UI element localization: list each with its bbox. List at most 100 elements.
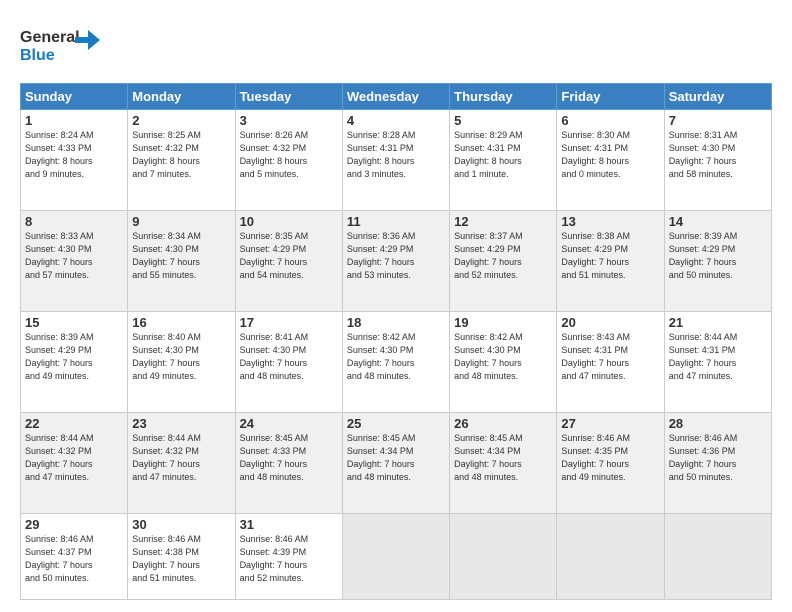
calendar-cell: 11Sunrise: 8:36 AM Sunset: 4:29 PM Dayli…	[342, 210, 449, 311]
calendar-cell: 24Sunrise: 8:45 AM Sunset: 4:33 PM Dayli…	[235, 412, 342, 513]
day-number: 27	[561, 416, 659, 431]
day-info: Sunrise: 8:40 AM Sunset: 4:30 PM Dayligh…	[132, 331, 230, 383]
calendar-cell: 2Sunrise: 8:25 AM Sunset: 4:32 PM Daylig…	[128, 110, 235, 211]
day-info: Sunrise: 8:45 AM Sunset: 4:34 PM Dayligh…	[347, 432, 445, 484]
day-info: Sunrise: 8:43 AM Sunset: 4:31 PM Dayligh…	[561, 331, 659, 383]
page: General Blue SundayMondayTuesdayWednesda…	[0, 0, 792, 612]
day-number: 19	[454, 315, 552, 330]
calendar-cell: 17Sunrise: 8:41 AM Sunset: 4:30 PM Dayli…	[235, 311, 342, 412]
day-number: 4	[347, 113, 445, 128]
day-header-sunday: Sunday	[21, 84, 128, 110]
day-number: 10	[240, 214, 338, 229]
day-header-friday: Friday	[557, 84, 664, 110]
day-info: Sunrise: 8:42 AM Sunset: 4:30 PM Dayligh…	[347, 331, 445, 383]
day-info: Sunrise: 8:45 AM Sunset: 4:33 PM Dayligh…	[240, 432, 338, 484]
day-number: 31	[240, 517, 338, 532]
day-number: 16	[132, 315, 230, 330]
day-number: 1	[25, 113, 123, 128]
day-header-monday: Monday	[128, 84, 235, 110]
calendar-cell: 4Sunrise: 8:28 AM Sunset: 4:31 PM Daylig…	[342, 110, 449, 211]
day-header-thursday: Thursday	[450, 84, 557, 110]
day-info: Sunrise: 8:44 AM Sunset: 4:31 PM Dayligh…	[669, 331, 767, 383]
calendar-cell	[450, 513, 557, 599]
day-info: Sunrise: 8:45 AM Sunset: 4:34 PM Dayligh…	[454, 432, 552, 484]
day-info: Sunrise: 8:25 AM Sunset: 4:32 PM Dayligh…	[132, 129, 230, 181]
calendar-cell: 1Sunrise: 8:24 AM Sunset: 4:33 PM Daylig…	[21, 110, 128, 211]
svg-text:General: General	[20, 29, 80, 46]
logo-text: General Blue	[20, 20, 110, 73]
calendar-cell: 31Sunrise: 8:46 AM Sunset: 4:39 PM Dayli…	[235, 513, 342, 599]
calendar-cell: 22Sunrise: 8:44 AM Sunset: 4:32 PM Dayli…	[21, 412, 128, 513]
calendar-cell: 19Sunrise: 8:42 AM Sunset: 4:30 PM Dayli…	[450, 311, 557, 412]
calendar-header-row: SundayMondayTuesdayWednesdayThursdayFrid…	[21, 84, 772, 110]
day-number: 22	[25, 416, 123, 431]
calendar-cell: 16Sunrise: 8:40 AM Sunset: 4:30 PM Dayli…	[128, 311, 235, 412]
calendar-week-row: 29Sunrise: 8:46 AM Sunset: 4:37 PM Dayli…	[21, 513, 772, 599]
day-info: Sunrise: 8:37 AM Sunset: 4:29 PM Dayligh…	[454, 230, 552, 282]
day-number: 20	[561, 315, 659, 330]
calendar-cell: 3Sunrise: 8:26 AM Sunset: 4:32 PM Daylig…	[235, 110, 342, 211]
day-number: 23	[132, 416, 230, 431]
calendar-cell: 14Sunrise: 8:39 AM Sunset: 4:29 PM Dayli…	[664, 210, 771, 311]
day-info: Sunrise: 8:33 AM Sunset: 4:30 PM Dayligh…	[25, 230, 123, 282]
title-area	[110, 16, 772, 18]
svg-text:Blue: Blue	[20, 47, 55, 64]
calendar-week-row: 8Sunrise: 8:33 AM Sunset: 4:30 PM Daylig…	[21, 210, 772, 311]
day-number: 8	[25, 214, 123, 229]
day-number: 2	[132, 113, 230, 128]
calendar-cell: 20Sunrise: 8:43 AM Sunset: 4:31 PM Dayli…	[557, 311, 664, 412]
calendar-cell: 9Sunrise: 8:34 AM Sunset: 4:30 PM Daylig…	[128, 210, 235, 311]
calendar-cell: 6Sunrise: 8:30 AM Sunset: 4:31 PM Daylig…	[557, 110, 664, 211]
day-info: Sunrise: 8:35 AM Sunset: 4:29 PM Dayligh…	[240, 230, 338, 282]
calendar-cell	[557, 513, 664, 599]
day-info: Sunrise: 8:30 AM Sunset: 4:31 PM Dayligh…	[561, 129, 659, 181]
day-number: 9	[132, 214, 230, 229]
day-number: 24	[240, 416, 338, 431]
day-number: 15	[25, 315, 123, 330]
calendar-cell: 12Sunrise: 8:37 AM Sunset: 4:29 PM Dayli…	[450, 210, 557, 311]
calendar-cell: 29Sunrise: 8:46 AM Sunset: 4:37 PM Dayli…	[21, 513, 128, 599]
calendar-cell: 27Sunrise: 8:46 AM Sunset: 4:35 PM Dayli…	[557, 412, 664, 513]
day-info: Sunrise: 8:39 AM Sunset: 4:29 PM Dayligh…	[25, 331, 123, 383]
calendar-cell: 26Sunrise: 8:45 AM Sunset: 4:34 PM Dayli…	[450, 412, 557, 513]
calendar-cell: 8Sunrise: 8:33 AM Sunset: 4:30 PM Daylig…	[21, 210, 128, 311]
day-info: Sunrise: 8:41 AM Sunset: 4:30 PM Dayligh…	[240, 331, 338, 383]
day-number: 28	[669, 416, 767, 431]
day-number: 26	[454, 416, 552, 431]
calendar-cell	[342, 513, 449, 599]
day-number: 17	[240, 315, 338, 330]
day-info: Sunrise: 8:44 AM Sunset: 4:32 PM Dayligh…	[132, 432, 230, 484]
day-number: 14	[669, 214, 767, 229]
calendar-cell: 15Sunrise: 8:39 AM Sunset: 4:29 PM Dayli…	[21, 311, 128, 412]
day-info: Sunrise: 8:29 AM Sunset: 4:31 PM Dayligh…	[454, 129, 552, 181]
day-header-wednesday: Wednesday	[342, 84, 449, 110]
day-info: Sunrise: 8:34 AM Sunset: 4:30 PM Dayligh…	[132, 230, 230, 282]
day-number: 11	[347, 214, 445, 229]
calendar-week-row: 22Sunrise: 8:44 AM Sunset: 4:32 PM Dayli…	[21, 412, 772, 513]
day-info: Sunrise: 8:46 AM Sunset: 4:38 PM Dayligh…	[132, 533, 230, 585]
calendar-cell: 21Sunrise: 8:44 AM Sunset: 4:31 PM Dayli…	[664, 311, 771, 412]
day-header-tuesday: Tuesday	[235, 84, 342, 110]
day-info: Sunrise: 8:42 AM Sunset: 4:30 PM Dayligh…	[454, 331, 552, 383]
calendar-cell: 5Sunrise: 8:29 AM Sunset: 4:31 PM Daylig…	[450, 110, 557, 211]
day-info: Sunrise: 8:28 AM Sunset: 4:31 PM Dayligh…	[347, 129, 445, 181]
calendar-week-row: 15Sunrise: 8:39 AM Sunset: 4:29 PM Dayli…	[21, 311, 772, 412]
day-number: 5	[454, 113, 552, 128]
day-number: 13	[561, 214, 659, 229]
day-number: 25	[347, 416, 445, 431]
calendar-week-row: 1Sunrise: 8:24 AM Sunset: 4:33 PM Daylig…	[21, 110, 772, 211]
calendar-cell: 30Sunrise: 8:46 AM Sunset: 4:38 PM Dayli…	[128, 513, 235, 599]
day-info: Sunrise: 8:31 AM Sunset: 4:30 PM Dayligh…	[669, 129, 767, 181]
day-info: Sunrise: 8:44 AM Sunset: 4:32 PM Dayligh…	[25, 432, 123, 484]
day-info: Sunrise: 8:46 AM Sunset: 4:39 PM Dayligh…	[240, 533, 338, 585]
day-info: Sunrise: 8:46 AM Sunset: 4:36 PM Dayligh…	[669, 432, 767, 484]
day-number: 6	[561, 113, 659, 128]
day-number: 12	[454, 214, 552, 229]
calendar-cell: 23Sunrise: 8:44 AM Sunset: 4:32 PM Dayli…	[128, 412, 235, 513]
calendar-cell: 28Sunrise: 8:46 AM Sunset: 4:36 PM Dayli…	[664, 412, 771, 513]
day-number: 29	[25, 517, 123, 532]
day-number: 30	[132, 517, 230, 532]
day-info: Sunrise: 8:46 AM Sunset: 4:37 PM Dayligh…	[25, 533, 123, 585]
logo: General Blue	[20, 20, 110, 73]
day-info: Sunrise: 8:46 AM Sunset: 4:35 PM Dayligh…	[561, 432, 659, 484]
